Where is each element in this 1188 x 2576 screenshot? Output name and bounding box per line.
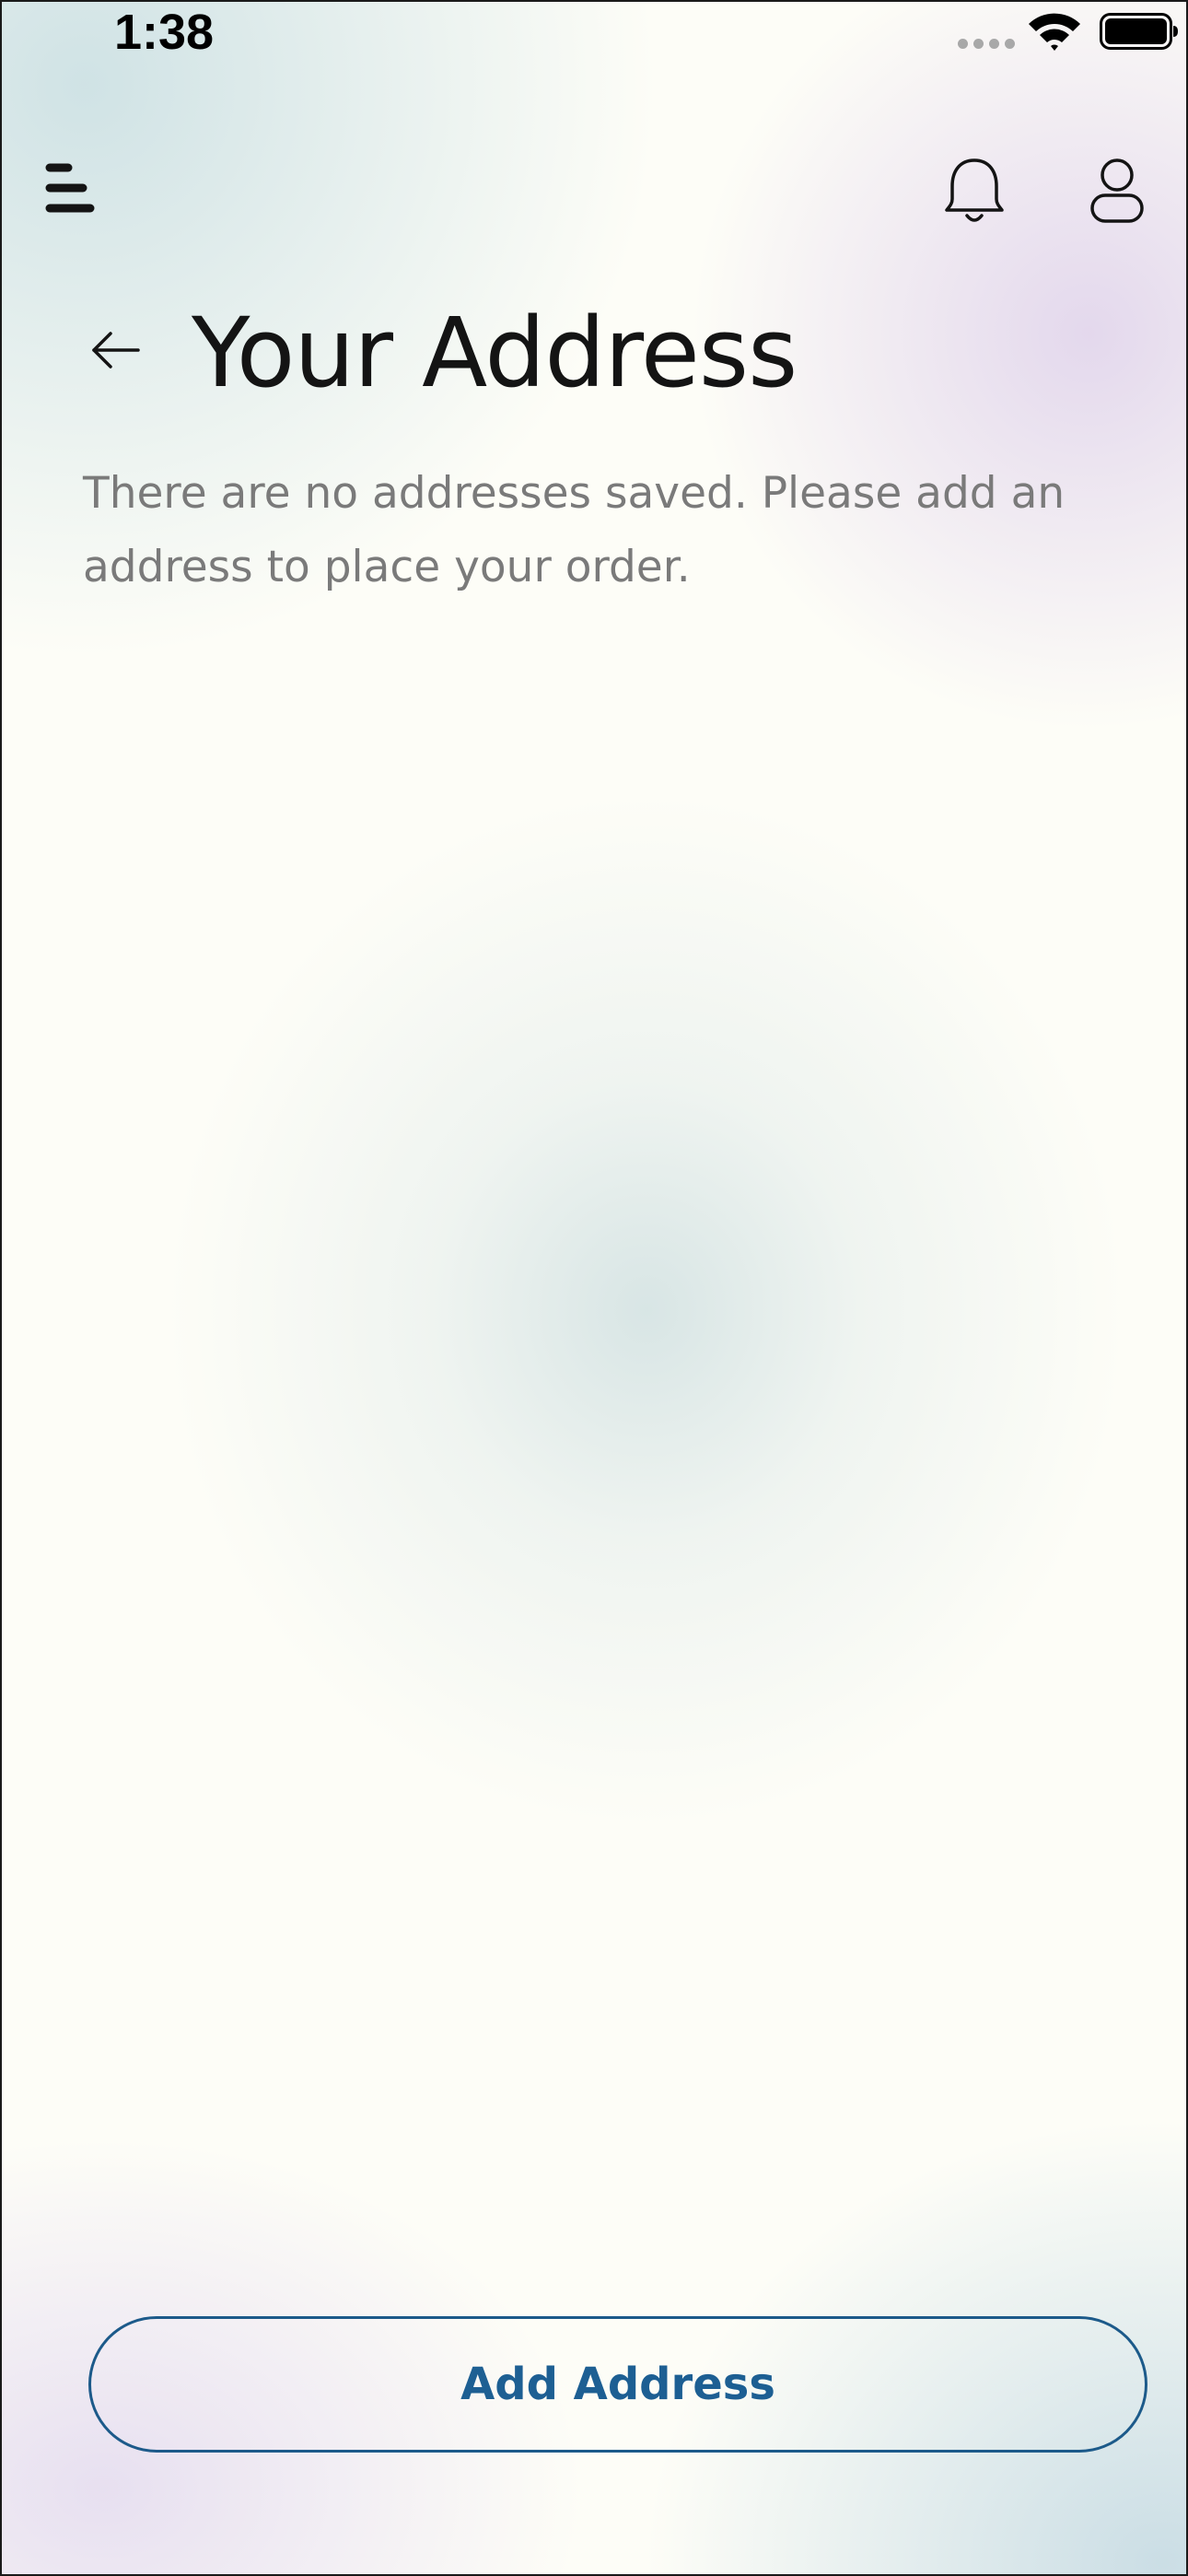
address-screen: 1:38 Your Address There are no addresses… xyxy=(0,0,1188,2576)
status-time: 1:38 xyxy=(114,5,215,60)
add-address-button[interactable]: Add Address xyxy=(88,2316,1147,2453)
add-address-button-label: Add Address xyxy=(460,2359,775,2410)
status-bar: 1:38 xyxy=(2,2,1186,66)
menu-icon[interactable] xyxy=(44,160,96,217)
user-icon[interactable] xyxy=(1085,157,1149,225)
arrow-left-icon[interactable] xyxy=(90,324,142,376)
page-title: Your Address xyxy=(192,297,798,409)
wifi-icon xyxy=(1029,13,1080,51)
battery-icon xyxy=(1100,13,1178,50)
cellular-signal-icon xyxy=(958,39,1015,50)
empty-state-message: There are no addresses saved. Please add… xyxy=(83,468,1066,592)
bell-icon[interactable] xyxy=(941,155,1007,227)
